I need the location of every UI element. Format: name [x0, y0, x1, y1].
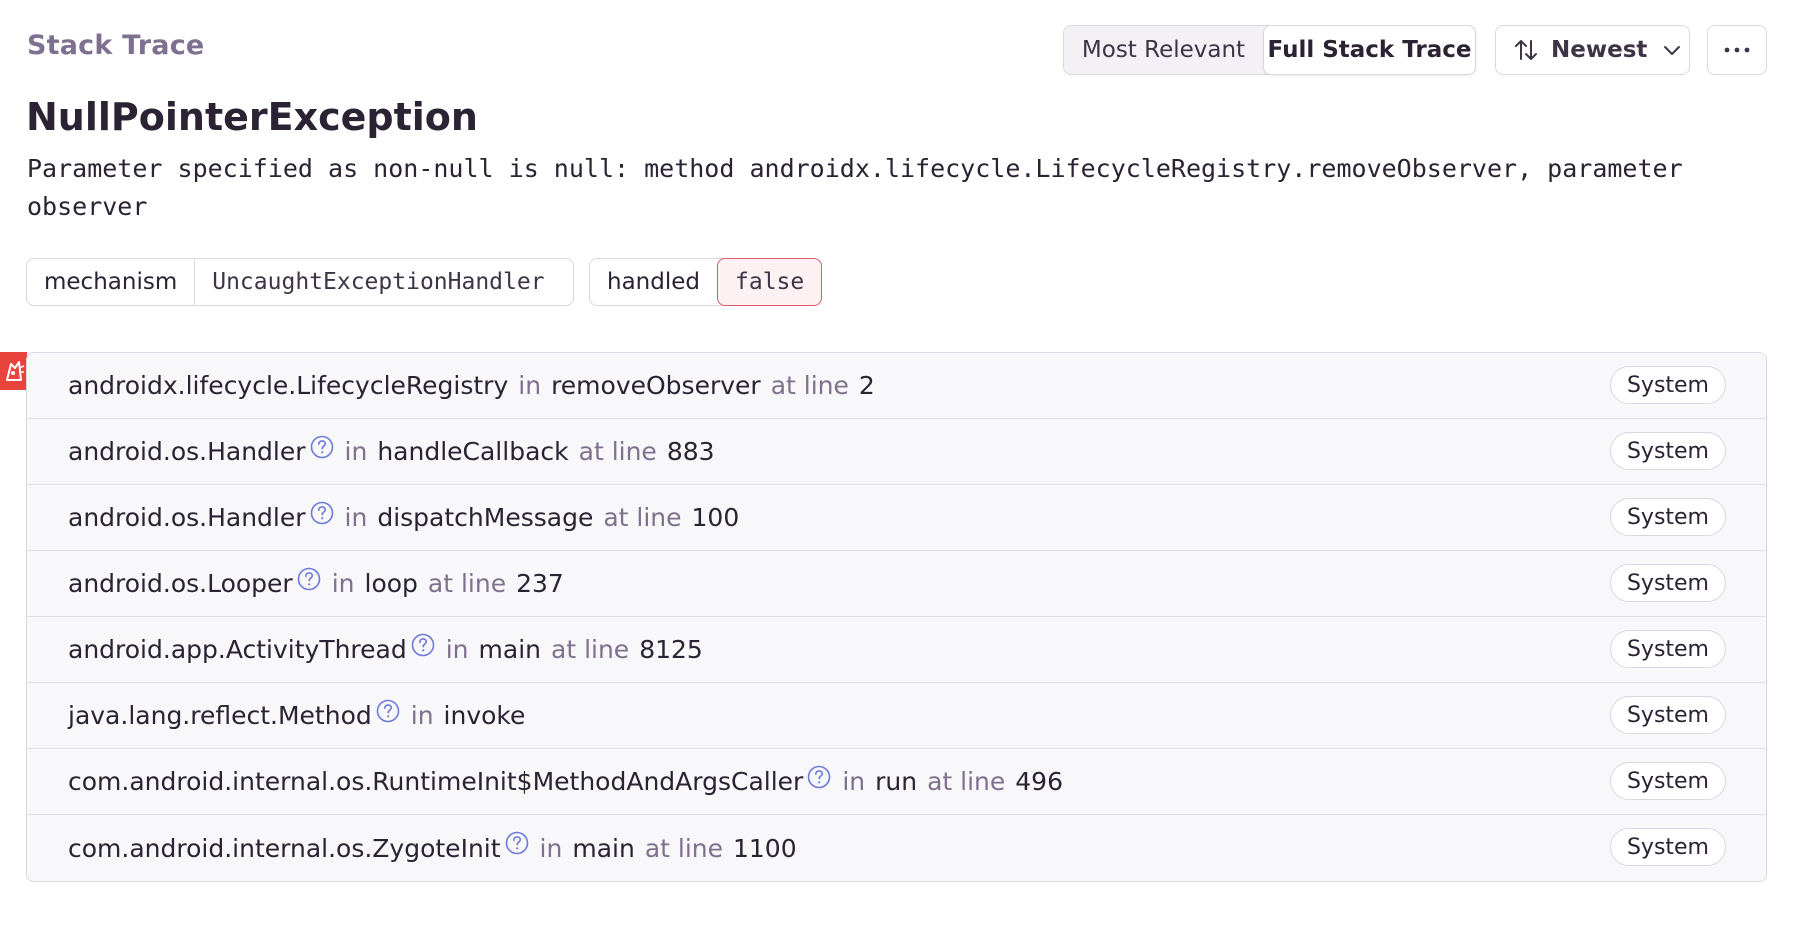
most-relevant-button[interactable]: Most Relevant [1064, 26, 1263, 74]
frame-title: android.os.Looper in loop at line 237 [68, 566, 564, 598]
system-badge: System [1609, 762, 1726, 800]
in-label: in [331, 569, 355, 598]
help-icon[interactable] [410, 632, 436, 658]
at-line-label: at line [427, 569, 507, 598]
frame-title: androidx.lifecycle.LifecycleRegistry in re… [68, 371, 875, 400]
help-icon[interactable] [309, 500, 335, 526]
system-badge: System [1609, 564, 1726, 602]
help-icon[interactable] [504, 830, 530, 856]
at-line-label: at line [644, 833, 723, 863]
frame-function: removeObserver [551, 371, 761, 400]
more-options-button[interactable] [1707, 25, 1767, 75]
frame-line-number: 8125 [639, 635, 703, 664]
exception-type: NullPointerException [26, 95, 478, 139]
frame-module: android.os.Handler [68, 503, 306, 532]
frame-module: com.android.internal.os.ZygoteInit [68, 833, 501, 863]
system-badge: System [1609, 366, 1726, 404]
frame-line-number: 1100 [733, 833, 797, 863]
frame-module: android.app.ActivityThread [68, 635, 407, 664]
frame-function: invoke [443, 701, 526, 730]
frame-function: loop [364, 569, 418, 598]
stack-frame-row[interactable]: androidx.lifecycle.LifecycleRegistry in re… [27, 353, 1766, 419]
frame-title: java.lang.reflect.Method in invoke [68, 698, 526, 730]
mechanism-tag: mechanism UncaughtExceptionHandler [26, 258, 574, 306]
frame-function: dispatchMessage [377, 503, 594, 532]
tag-value: false [717, 258, 823, 306]
tag-key: mechanism [44, 269, 178, 295]
at-line-label: at line [603, 503, 682, 532]
stack-frames-list: androidx.lifecycle.LifecycleRegistry in re… [26, 352, 1767, 882]
frame-title: android.os.Handler in dispatchMessage at li… [68, 500, 740, 532]
at-line-label: at line [578, 437, 657, 466]
system-badge: System [1609, 432, 1726, 470]
chevron-down-icon [1664, 46, 1681, 55]
system-badge: System [1609, 498, 1726, 536]
frame-line-number: 496 [1015, 767, 1063, 796]
system-badge: System [1609, 630, 1726, 668]
frame-line-number: 883 [666, 437, 715, 466]
help-icon[interactable] [806, 764, 832, 790]
at-line-label: at line [551, 635, 630, 664]
sort-arrows-icon [1515, 40, 1537, 60]
frame-title: android.os.Handler in handleCallback at lin… [68, 434, 715, 466]
frame-line-number: 2 [858, 371, 875, 400]
frame-module: android.os.Handler [68, 437, 306, 466]
help-icon[interactable] [309, 434, 335, 460]
system-badge: System [1609, 828, 1726, 866]
help-icon[interactable] [375, 698, 401, 724]
in-label: in [410, 701, 434, 730]
frame-title: android.app.ActivityThread in main at line 8… [68, 632, 703, 664]
tag-value: UncaughtExceptionHandler [194, 259, 561, 305]
in-label: in [344, 503, 368, 532]
frame-module: com.android.internal.os.RuntimeInit$Meth… [68, 767, 804, 796]
full-stack-trace-button[interactable]: Full Stack Trace [1263, 25, 1476, 75]
crash-bug-icon [0, 352, 27, 390]
in-label: in [842, 767, 866, 796]
system-badge: System [1609, 696, 1726, 734]
sort-dropdown[interactable]: Newest [1495, 25, 1690, 75]
ellipsis-icon [1724, 47, 1750, 53]
in-label: in [445, 635, 469, 664]
at-line-label: at line [770, 371, 849, 400]
at-line-label: at line [927, 767, 1006, 796]
help-icon[interactable] [296, 566, 322, 592]
frame-module: androidx.lifecycle.LifecycleRegistry [68, 371, 509, 400]
frame-function: handleCallback [377, 437, 569, 466]
frame-title: com.android.internal.os.RuntimeInit$Meth… [68, 764, 1063, 796]
stack-frame-row[interactable]: android.os.Handler in handleCallback at lin… [27, 419, 1766, 485]
frame-function: run [875, 767, 918, 796]
frame-function: main [478, 635, 541, 664]
stack-frame-row[interactable]: com.android.internal.os.ZygoteInit in main… [27, 815, 1766, 881]
frame-title: com.android.internal.os.ZygoteInit in main… [68, 831, 797, 863]
in-label: in [344, 437, 368, 466]
stack-frame-row[interactable]: android.app.ActivityThread in main at line 8… [27, 617, 1766, 683]
stack-frame-row[interactable]: android.os.Handler in dispatchMessage at li… [27, 485, 1766, 551]
frame-line-number: 237 [516, 569, 564, 598]
handled-tag: handled false [589, 258, 823, 306]
stack-frame-row[interactable]: android.os.Looper in loop at line 237 System [27, 551, 1766, 617]
sort-label: Newest [1551, 37, 1648, 63]
frame-module: android.os.Looper [68, 569, 293, 598]
view-toggle: Most Relevant Full Stack Trace [1063, 25, 1476, 75]
in-label: in [539, 833, 563, 863]
stack-frame-row[interactable]: com.android.internal.os.RuntimeInit$Meth… [27, 749, 1766, 815]
exception-message: Parameter specified as non-null is null:… [27, 154, 1683, 221]
frame-line-number: 100 [691, 503, 740, 532]
frame-module: java.lang.reflect.Method [68, 701, 372, 730]
tag-key: handled [607, 269, 700, 295]
in-label: in [518, 371, 542, 400]
section-title: Stack Trace [27, 30, 205, 61]
frame-function: main [572, 833, 635, 863]
stack-frame-row[interactable]: java.lang.reflect.Method in invoke System [27, 683, 1766, 749]
